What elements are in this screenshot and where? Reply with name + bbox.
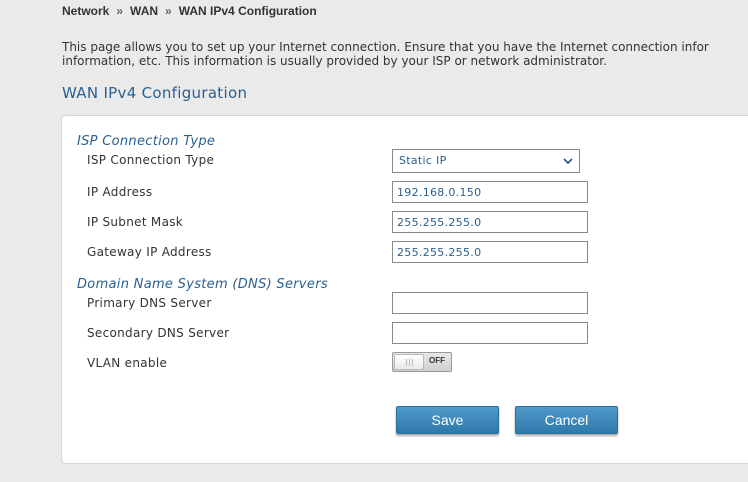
- save-button[interactable]: Save: [396, 406, 499, 434]
- breadcrumb-separator: »: [165, 4, 172, 18]
- chevron-down-icon: [563, 158, 573, 165]
- breadcrumb-network[interactable]: Network: [62, 4, 109, 18]
- ip-address-label: IP Address: [87, 185, 153, 199]
- breadcrumb: Network » WAN » WAN IPv4 Configuration: [62, 4, 317, 18]
- isp-connection-type-value: Static IP: [399, 154, 447, 167]
- secondary-dns-label: Secondary DNS Server: [87, 326, 230, 340]
- breadcrumb-separator: »: [116, 4, 124, 18]
- isp-section-title: ISP Connection Type: [77, 134, 216, 149]
- dns-section-title: Domain Name System (DNS) Servers: [77, 277, 328, 292]
- vlan-enable-toggle[interactable]: OFF: [392, 352, 452, 372]
- gateway-ip-input[interactable]: [392, 241, 588, 263]
- config-card: ISP Connection Type ISP Connection Type …: [61, 115, 748, 464]
- cancel-button[interactable]: Cancel: [515, 406, 618, 434]
- gateway-ip-label: Gateway IP Address: [87, 245, 212, 259]
- breadcrumb-current: WAN IPv4 Configuration: [178, 4, 317, 18]
- subnet-mask-input[interactable]: [392, 211, 588, 233]
- grip-icon: [406, 359, 413, 366]
- toggle-state-text: OFF: [429, 356, 445, 365]
- isp-connection-type-select[interactable]: Static IP: [392, 149, 580, 173]
- ip-address-input[interactable]: [392, 181, 588, 203]
- primary-dns-input[interactable]: [392, 292, 588, 314]
- subnet-mask-label: IP Subnet Mask: [87, 215, 184, 229]
- page-title: WAN IPv4 Configuration: [62, 84, 248, 102]
- page: Network » WAN » WAN IPv4 Configuration This …: [0, 0, 748, 482]
- intro-line-1: This page allows you to set up your Inte…: [62, 40, 709, 54]
- toggle-knob: [394, 354, 424, 370]
- intro-line-2: information, etc. This information is us…: [62, 54, 607, 68]
- intro-text: This page allows you to set up your Inte…: [62, 40, 748, 68]
- breadcrumb-wan[interactable]: WAN: [130, 4, 158, 18]
- vlan-enable-label: VLAN enable: [87, 356, 168, 370]
- isp-connection-type-label: ISP Connection Type: [87, 153, 215, 167]
- secondary-dns-input[interactable]: [392, 322, 588, 344]
- primary-dns-label: Primary DNS Server: [87, 296, 212, 310]
